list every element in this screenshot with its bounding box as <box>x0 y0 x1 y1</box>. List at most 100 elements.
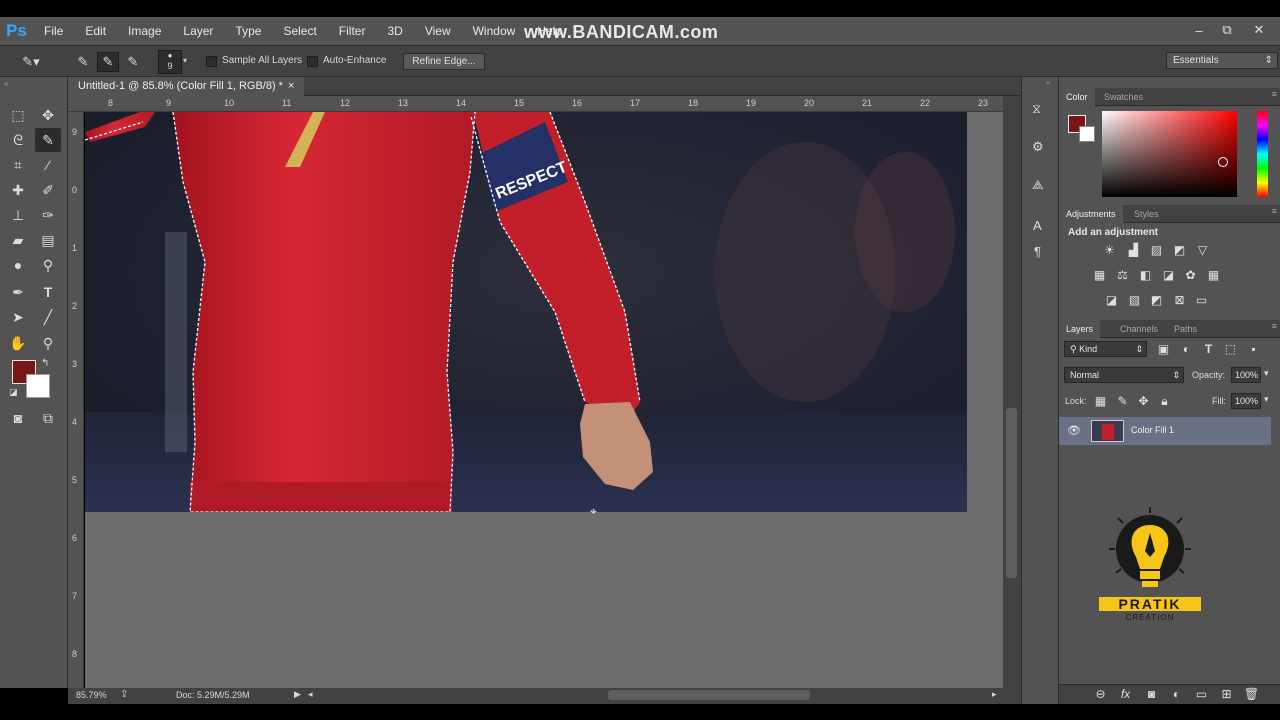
fill-dropdown-icon[interactable]: ▾ <box>1264 394 1269 405</box>
add-mask-icon[interactable]: ◙ <box>1143 687 1160 702</box>
curves-icon[interactable]: ▨ <box>1148 243 1165 258</box>
brush-tool-icon[interactable]: ✐ <box>35 178 61 202</box>
lasso-tool-icon[interactable]: ᘓ <box>5 128 31 152</box>
filter-smart-object-icon[interactable]: ▪ <box>1245 342 1262 357</box>
menu-filter[interactable]: Filter <box>328 17 377 45</box>
menu-file[interactable]: File <box>33 17 74 45</box>
adjustments-panel-menu-icon[interactable]: ≡ <box>1272 206 1277 216</box>
quick-mask-icon[interactable]: ◙ <box>5 406 31 430</box>
menu-select[interactable]: Select <box>272 17 327 45</box>
swap-colors-icon[interactable]: ↰ <box>41 358 49 369</box>
character-panel-icon[interactable]: A <box>1033 218 1042 233</box>
status-menu-arrow-icon[interactable]: ▶ <box>294 689 301 700</box>
horizontal-scroll-thumb[interactable] <box>608 690 810 700</box>
quick-selection-tool-icon[interactable]: ✎ <box>35 128 61 152</box>
layer-filter-select[interactable]: ⚲ Kind ⇕ <box>1064 341 1147 357</box>
tab-adjustments[interactable]: Adjustments <box>1059 205 1123 223</box>
default-colors-icon[interactable]: ◪ <box>9 387 18 398</box>
quick-selection-preset-icon[interactable]: ✎▾ <box>20 52 42 72</box>
delete-layer-icon[interactable]: 🗑︎ <box>1243 687 1260 702</box>
lock-all-icon[interactable]: 🔒︎ <box>1156 394 1173 409</box>
eyedropper-tool-icon[interactable]: ⁄ <box>35 153 61 177</box>
auto-enhance-checkbox[interactable] <box>307 56 318 67</box>
new-group-icon[interactable]: ▭ <box>1193 687 1210 702</box>
canvas-image[interactable]: RESPECT <box>85 112 967 512</box>
lock-position-icon[interactable]: ✥ <box>1135 394 1152 409</box>
opacity-input[interactable]: 100% <box>1231 367 1261 383</box>
new-selection-icon[interactable]: ✎ <box>72 52 94 72</box>
export-icon[interactable]: ⇪ <box>120 689 128 700</box>
blur-tool-icon[interactable]: ● <box>5 253 31 277</box>
menu-view[interactable]: View <box>414 17 462 45</box>
path-selection-tool-icon[interactable]: ➤ <box>5 305 31 329</box>
brightness-contrast-icon[interactable]: ☀ <box>1101 243 1118 258</box>
photo-filter-icon[interactable]: ◪ <box>1160 268 1177 283</box>
collapse-strip-icon[interactable]: « <box>1046 78 1050 87</box>
brush-presets-panel-icon[interactable]: ⟁ <box>1032 177 1044 193</box>
workspace-select[interactable]: Essentials ⇕ <box>1166 52 1278 69</box>
channel-mixer-icon[interactable]: ✿ <box>1182 268 1199 283</box>
menu-window[interactable]: Window <box>462 17 527 45</box>
eraser-tool-icon[interactable]: ▰ <box>5 228 31 252</box>
lock-transparent-icon[interactable]: ▦ <box>1092 394 1109 409</box>
black-white-icon[interactable]: ◧ <box>1137 268 1154 283</box>
lock-image-icon[interactable]: ✎ <box>1114 394 1131 409</box>
color-lookup-icon[interactable]: ▦ <box>1205 268 1222 283</box>
layer-name[interactable]: Color Fill 1 <box>1131 425 1174 435</box>
menu-3d[interactable]: 3D <box>376 17 413 45</box>
paragraph-panel-icon[interactable]: ¶ <box>1034 244 1041 259</box>
tab-paths[interactable]: Paths <box>1167 320 1204 338</box>
scroll-left-icon[interactable]: ◂ <box>308 689 313 700</box>
type-tool-icon[interactable]: T <box>35 280 61 304</box>
healing-brush-tool-icon[interactable]: ✚ <box>5 178 31 202</box>
tab-color[interactable]: Color <box>1059 88 1095 106</box>
exposure-icon[interactable]: ◩ <box>1171 243 1188 258</box>
layer-style-icon[interactable]: fx <box>1117 687 1134 702</box>
menu-layer[interactable]: Layer <box>172 17 224 45</box>
threshold-icon[interactable]: ◩ <box>1148 293 1165 308</box>
filter-pixel-icon[interactable]: ▣ <box>1155 342 1172 357</box>
zoom-tool-icon[interactable]: ⚲ <box>35 331 61 355</box>
color-panel-menu-icon[interactable]: ≡ <box>1272 89 1277 99</box>
new-adjustment-layer-icon[interactable]: ◐ <box>1168 687 1185 702</box>
add-to-selection-icon[interactable]: ✎ <box>97 52 119 72</box>
vibrance-icon[interactable]: ▽ <box>1194 243 1211 258</box>
filter-type-icon[interactable]: T <box>1200 342 1217 357</box>
background-color-swatch[interactable] <box>26 374 50 398</box>
menu-type[interactable]: Type <box>224 17 272 45</box>
subtract-from-selection-icon[interactable]: ✎ <box>122 52 144 72</box>
layer-row[interactable]: 👁︎ Color Fill 1 <box>1059 417 1271 445</box>
gradient-map-icon[interactable]: ▭ <box>1193 293 1210 308</box>
brush-size-dropdown-icon[interactable]: ▾ <box>183 56 187 65</box>
color-bg-swatch[interactable] <box>1079 126 1095 142</box>
visibility-eye-icon[interactable]: 👁︎ <box>1067 424 1081 437</box>
vertical-scroll-thumb[interactable] <box>1006 408 1017 578</box>
zoom-level[interactable]: 85.79% <box>76 690 107 700</box>
layers-panel-menu-icon[interactable]: ≡ <box>1272 321 1277 331</box>
pen-tool-icon[interactable]: ✒ <box>5 280 31 304</box>
minimize-button[interactable]: – <box>1184 17 1214 43</box>
gradient-tool-icon[interactable]: ▤ <box>35 228 61 252</box>
color-picker-handle[interactable] <box>1218 157 1228 167</box>
refine-edge-button[interactable]: Refine Edge... <box>403 53 485 70</box>
dodge-tool-icon[interactable]: ⚲ <box>35 253 61 277</box>
filter-shape-icon[interactable]: ⬚ <box>1222 342 1239 357</box>
hand-tool-icon[interactable]: ✋ <box>5 331 31 355</box>
hue-saturation-icon[interactable]: ▦ <box>1091 268 1108 283</box>
opacity-dropdown-icon[interactable]: ▾ <box>1264 368 1269 379</box>
document-tab[interactable]: Untitled-1 @ 85.8% (Color Fill 1, RGB/8)… <box>68 77 304 96</box>
levels-icon[interactable]: ▟ <box>1125 243 1142 258</box>
close-document-icon[interactable]: × <box>288 77 294 96</box>
marquee-tool-icon[interactable]: ⬚ <box>5 103 31 127</box>
tab-channels[interactable]: Channels <box>1113 320 1165 338</box>
history-panel-icon[interactable]: ⧖ <box>1032 101 1041 117</box>
crop-tool-icon[interactable]: ⌗ <box>5 153 31 177</box>
history-brush-tool-icon[interactable]: ✑ <box>35 203 61 227</box>
invert-icon[interactable]: ◪ <box>1103 293 1120 308</box>
new-layer-icon[interactable]: ⊞ <box>1218 687 1235 702</box>
color-picker-field[interactable] <box>1102 111 1237 197</box>
brush-size-picker[interactable]: ● 9 <box>158 50 182 74</box>
tab-layers[interactable]: Layers <box>1059 320 1101 338</box>
sample-all-layers-checkbox[interactable] <box>206 56 217 67</box>
menu-image[interactable]: Image <box>117 17 172 45</box>
